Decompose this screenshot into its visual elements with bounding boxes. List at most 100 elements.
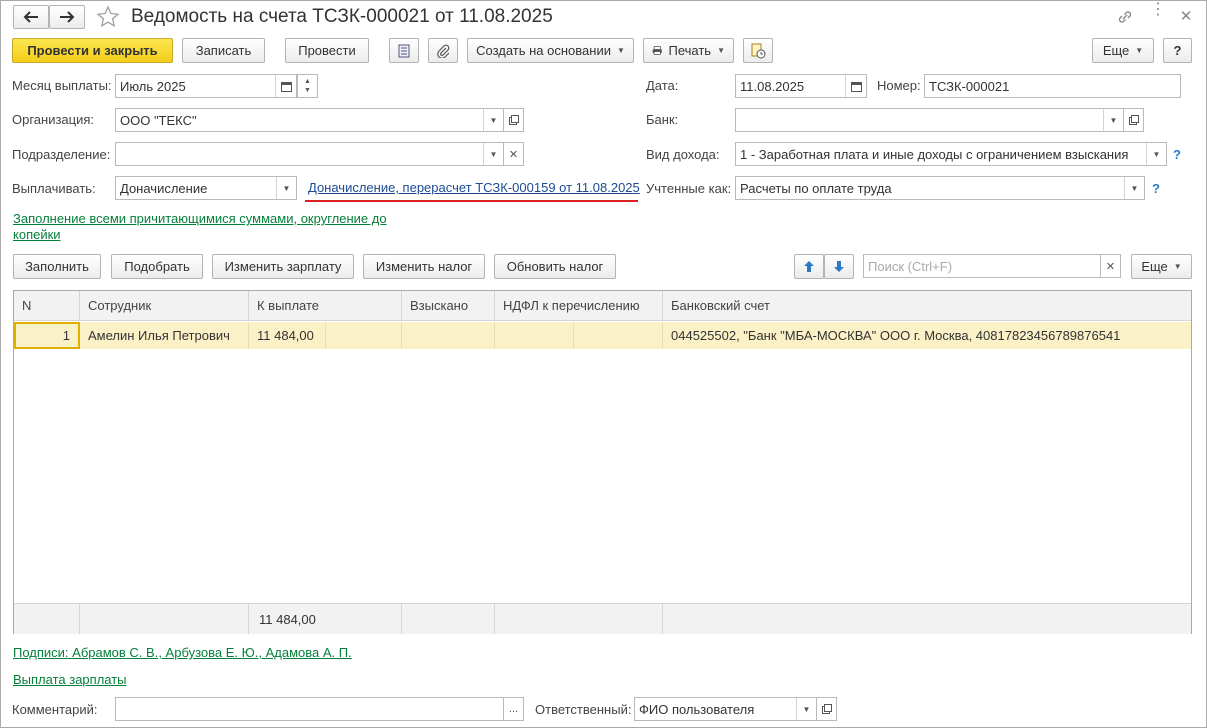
number-value: ТСЗК-000021 xyxy=(929,78,1010,94)
open-window-icon xyxy=(1128,115,1139,125)
forward-button[interactable] xyxy=(49,5,85,29)
ndfl-cell[interactable] xyxy=(495,322,574,349)
accounted-help-icon[interactable]: ? xyxy=(1152,181,1160,196)
arrow-up-icon[interactable]: ▲ xyxy=(304,77,311,86)
column-header-to-pay[interactable]: К выплате xyxy=(249,291,402,321)
document-list-button[interactable] xyxy=(389,38,419,63)
move-down-button[interactable] xyxy=(824,254,854,279)
division-label: Подразделение: xyxy=(12,147,111,162)
create-based-on-button[interactable]: Создать на основании ▼ xyxy=(467,38,634,63)
division-input[interactable]: ▼ xyxy=(115,142,504,166)
number-input[interactable]: ТСЗК-000021 xyxy=(924,74,1181,98)
date-label: Дата: xyxy=(646,78,679,93)
withheld-cell[interactable] xyxy=(402,322,495,349)
ndfl-extra-cell[interactable] xyxy=(574,322,663,349)
post-button[interactable]: Провести xyxy=(285,38,369,63)
arrow-down-icon[interactable]: ▼ xyxy=(304,86,311,95)
bank-open-button[interactable] xyxy=(1123,108,1144,132)
month-input[interactable]: Июль 2025 xyxy=(115,74,297,98)
chevron-down-icon[interactable]: ▼ xyxy=(1146,143,1166,165)
back-button[interactable] xyxy=(13,5,49,29)
chevron-down-icon[interactable]: ▼ xyxy=(1103,109,1123,131)
print-button[interactable]: Печать ▼ xyxy=(643,38,734,63)
bank-input[interactable]: ▼ xyxy=(735,108,1124,132)
calendar-icon[interactable] xyxy=(275,75,296,97)
organization-input[interactable]: ООО "ТЕКС" ▼ xyxy=(115,108,504,132)
more-label: Еще xyxy=(1102,43,1130,58)
arrow-down-icon xyxy=(834,261,844,272)
comment-edit-button[interactable]: ... xyxy=(503,697,524,721)
income-help-icon[interactable]: ? xyxy=(1173,147,1181,162)
change-salary-button[interactable]: Изменить зарплату xyxy=(212,254,354,279)
annotation-underline xyxy=(305,200,638,202)
organization-label: Организация: xyxy=(12,112,95,127)
income-type-value: 1 - Заработная плата и иные доходы с огр… xyxy=(740,146,1129,162)
help-button[interactable]: ? xyxy=(1163,38,1192,63)
more-vertical-icon[interactable]: ⋮ xyxy=(1150,2,1166,27)
search-input[interactable]: Поиск (Ctrl+F) xyxy=(863,254,1101,278)
salary-payout-link[interactable]: Выплата зарплаты xyxy=(13,672,127,687)
to-pay-extra-cell[interactable] xyxy=(326,322,402,349)
signatures-link[interactable]: Подписи: Абрамов С. В., Арбузова Е. Ю., … xyxy=(13,645,352,660)
close-icon[interactable]: ✕ xyxy=(1178,7,1194,25)
link-icon[interactable] xyxy=(1116,8,1134,26)
list-icon xyxy=(398,44,410,57)
change-tax-button[interactable]: Изменить налог xyxy=(363,254,485,279)
comment-input[interactable] xyxy=(115,697,504,721)
column-header-n[interactable]: N xyxy=(14,291,80,321)
print-label: Печать xyxy=(668,43,712,58)
pay-select[interactable]: Доначисление ▼ xyxy=(115,176,297,200)
column-header-bank-account[interactable]: Банковский счет xyxy=(663,291,1191,321)
accounted-as-select[interactable]: Расчеты по оплате труда ▼ xyxy=(735,176,1145,200)
employee-cell[interactable]: Амелин Илья Петрович xyxy=(80,322,249,349)
favorite-star-icon[interactable] xyxy=(96,5,120,29)
pick-button[interactable]: Подобрать xyxy=(111,254,203,279)
fill-mode-link[interactable]: Заполнение всеми причитающимися суммами,… xyxy=(13,211,413,243)
chevron-down-icon[interactable]: ▼ xyxy=(483,109,503,131)
month-label: Месяц выплаты: xyxy=(12,78,112,93)
to-pay-cell[interactable]: 11 484,00 xyxy=(249,322,326,349)
month-stepper[interactable]: ▲ ▼ xyxy=(297,74,318,98)
date-input[interactable]: 11.08.2025 xyxy=(735,74,867,98)
move-up-button[interactable] xyxy=(794,254,824,279)
row-number-cell[interactable]: 1 xyxy=(14,322,80,349)
division-clear-button[interactable]: ✕ xyxy=(503,142,524,166)
chevron-down-icon[interactable]: ▼ xyxy=(276,177,296,199)
responsible-select[interactable]: ФИО пользователя ▼ xyxy=(634,697,817,721)
arrow-up-icon xyxy=(804,261,814,272)
search-clear-button[interactable]: ✕ xyxy=(1100,254,1121,278)
row-number: 1 xyxy=(62,328,70,343)
clear-icon: ✕ xyxy=(508,148,519,161)
bank-account-cell[interactable]: 044525502, "Банк "МБА-МОСКВА" ООО г. Мос… xyxy=(663,322,1191,349)
chevron-down-icon: ▼ xyxy=(1135,46,1144,55)
table-more-button[interactable]: Еще ▼ xyxy=(1131,254,1192,279)
update-tax-button[interactable]: Обновить налог xyxy=(494,254,616,279)
responsible-open-button[interactable] xyxy=(816,697,837,721)
chevron-down-icon[interactable]: ▼ xyxy=(483,143,503,165)
chevron-down-icon[interactable]: ▼ xyxy=(796,698,816,720)
report-button[interactable] xyxy=(743,38,773,63)
arrow-left-icon xyxy=(23,11,38,23)
footer-cell-withheld xyxy=(402,603,495,634)
post-and-close-button[interactable]: Провести и закрыть xyxy=(12,38,173,63)
column-header-ndfl[interactable]: НДФЛ к перечислению xyxy=(495,291,663,321)
calendar-icon[interactable] xyxy=(845,75,866,97)
fill-button[interactable]: Заполнить xyxy=(13,254,101,279)
income-type-select[interactable]: 1 - Заработная плата и иные доходы с огр… xyxy=(735,142,1167,166)
recalculation-link[interactable]: Доначисление, перерасчет ТСЗК-000159 от … xyxy=(308,180,640,195)
more-button[interactable]: Еще ▼ xyxy=(1092,38,1154,63)
month-value: Июль 2025 xyxy=(120,78,186,94)
responsible-label: Ответственный: xyxy=(535,702,632,717)
attach-button[interactable] xyxy=(428,38,458,63)
organization-open-button[interactable] xyxy=(503,108,524,132)
create-based-on-label: Создать на основании xyxy=(476,43,611,58)
column-header-employee[interactable]: Сотрудник xyxy=(80,291,249,321)
employees-table: N Сотрудник К выплате Взыскано НДФЛ к пе… xyxy=(13,290,1192,634)
open-window-icon xyxy=(821,704,832,714)
table-more-label: Еще xyxy=(1141,259,1168,274)
chevron-down-icon[interactable]: ▼ xyxy=(1124,177,1144,199)
pay-value: Доначисление xyxy=(120,180,208,196)
save-button[interactable]: Записать xyxy=(182,38,265,63)
column-header-withheld[interactable]: Взыскано xyxy=(402,291,495,321)
footer-cell-n xyxy=(14,603,80,634)
